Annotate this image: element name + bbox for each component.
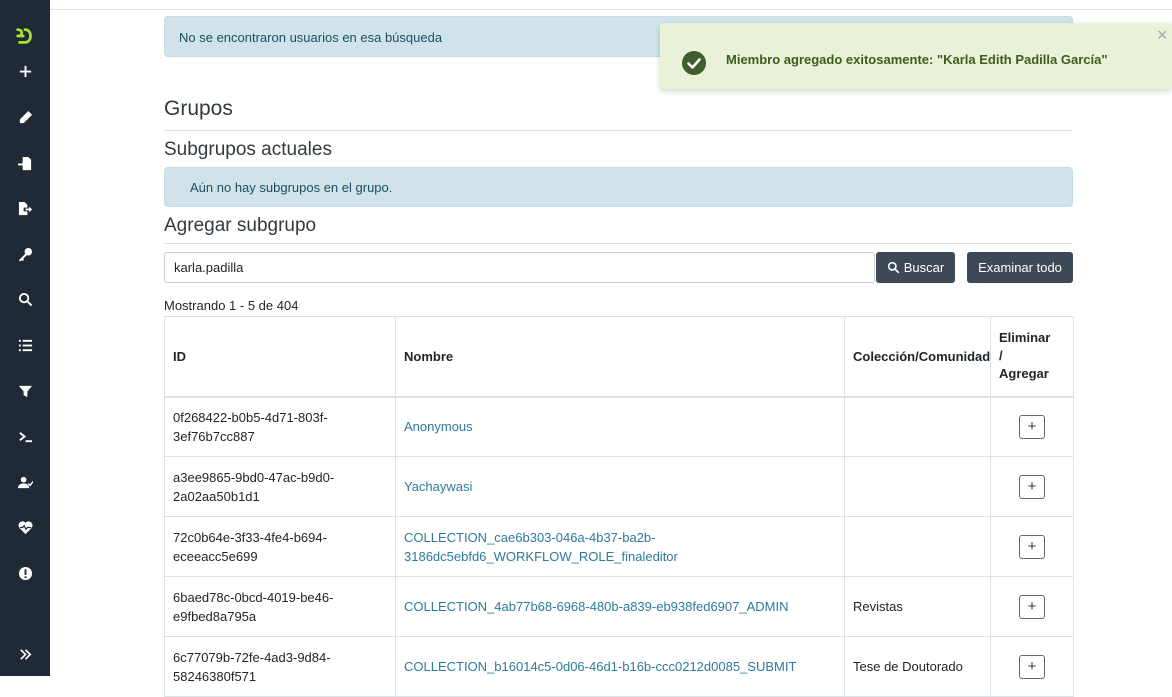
row-collection	[844, 456, 991, 517]
table-row: 6baed78c-0bcd-4019-be46-e9fbed8a795a COL…	[164, 576, 1074, 637]
table-row: 72c0b64e-3f33-4fe4-b694-eceeacc5e699 COL…	[164, 516, 1074, 577]
check-circle-icon	[682, 51, 706, 75]
row-id: 0f268422-b0b5-4d71-803f-3ef76b7cc887	[164, 396, 396, 457]
search-button-label: Buscar	[903, 260, 945, 275]
top-divider	[50, 9, 1172, 10]
terminal-icon[interactable]	[0, 418, 50, 454]
heartbeat-icon[interactable]	[0, 509, 50, 545]
subgroup-search-input[interactable]	[164, 252, 875, 283]
table-row: 6c77079b-72fe-4ad3-9d84-58246380f571 COL…	[164, 636, 1074, 697]
table-row: a3ee9865-9bd0-47ac-b9d0-2a02aa50b1d1 Yac…	[164, 456, 1074, 517]
add-subgroup-heading: Agregar subgrupo	[164, 215, 317, 236]
no-subgroups-alert: Aún no hay subgrupos en el grupo.	[164, 167, 1073, 207]
column-header-name: Nombre	[395, 316, 845, 398]
exclamation-circle-icon[interactable]	[0, 555, 50, 591]
add-subgroup-button[interactable]: +	[1019, 474, 1045, 499]
row-name-link[interactable]: Yachaywasi	[395, 456, 845, 517]
row-collection: Tese de Doutorado	[844, 636, 991, 697]
row-collection: Revistas	[844, 576, 991, 637]
toast-message: Miembro agregado exitosamente: "Karla Ed…	[726, 52, 1108, 67]
add-subgroup-divider	[164, 243, 1073, 244]
user-check-icon[interactable]	[0, 464, 50, 500]
plus-icon[interactable]	[0, 53, 50, 89]
filter-icon[interactable]	[0, 373, 50, 409]
add-subgroup-button[interactable]: +	[1019, 414, 1045, 439]
column-header-id: ID	[164, 316, 396, 398]
row-collection	[844, 396, 991, 457]
row-id: 6baed78c-0bcd-4019-be46-e9fbed8a795a	[164, 576, 396, 637]
add-subgroup-button[interactable]: +	[1019, 654, 1045, 679]
double-chevron-right-icon[interactable]	[0, 636, 50, 672]
row-name-link[interactable]: COLLECTION_4ab77b68-6968-480b-a839-eb938…	[395, 576, 845, 637]
no-subgroups-alert-text: Aún no hay subgrupos en el grupo.	[190, 179, 393, 195]
pencil-icon[interactable]	[0, 99, 50, 135]
groups-heading: Grupos	[164, 97, 233, 120]
key-icon[interactable]	[0, 236, 50, 272]
add-subgroup-button[interactable]: +	[1019, 594, 1045, 619]
table-header-row: ID Nombre Colección/Comunidad Eliminar /…	[164, 316, 1074, 398]
row-action-cell: +	[990, 636, 1074, 697]
row-collection	[844, 516, 991, 577]
add-subgroup-button[interactable]: +	[1019, 534, 1045, 559]
row-action-cell: +	[990, 396, 1074, 457]
current-subgroups-heading: Subgrupos actuales	[164, 139, 332, 160]
column-header-action: Eliminar / Agregar	[990, 316, 1074, 398]
row-action-cell: +	[990, 516, 1074, 577]
subgroup-results-table: ID Nombre Colección/Comunidad Eliminar /…	[164, 316, 1074, 697]
row-name-link[interactable]: COLLECTION_b16014c5-0d06-46d1-b16b-ccc02…	[395, 636, 845, 697]
browse-all-button[interactable]: Examinar todo	[967, 252, 1073, 283]
file-import-icon[interactable]	[0, 145, 50, 181]
search-button[interactable]: Buscar	[876, 252, 955, 283]
dspace-logo-icon[interactable]	[0, 18, 50, 54]
row-action-cell: +	[990, 456, 1074, 517]
search-icon[interactable]	[0, 281, 50, 317]
row-id: a3ee9865-9bd0-47ac-b9d0-2a02aa50b1d1	[164, 456, 396, 517]
admin-sidebar	[0, 0, 50, 676]
row-id: 72c0b64e-3f33-4fe4-b694-eceeacc5e699	[164, 516, 396, 577]
column-header-action-label: Eliminar / Agregar	[999, 330, 1051, 382]
toast-close-icon[interactable]: ×	[1157, 25, 1168, 46]
no-users-alert-text: No se encontraron usuarios en esa búsque…	[179, 30, 443, 45]
results-count: Mostrando 1 - 5 de 404	[164, 298, 299, 313]
column-header-collection: Colección/Comunidad	[844, 316, 991, 398]
success-toast: Miembro agregado exitosamente: "Karla Ed…	[660, 23, 1172, 89]
row-id: 6c77079b-72fe-4ad3-9d84-58246380f571	[164, 636, 396, 697]
browse-all-button-label: Examinar todo	[978, 260, 1062, 275]
row-name-link[interactable]: COLLECTION_cae6b303-046a-4b37-ba2b-3186d…	[395, 516, 845, 577]
row-name-link[interactable]: Anonymous	[395, 396, 845, 457]
list-icon[interactable]	[0, 327, 50, 363]
groups-divider	[164, 130, 1073, 131]
table-row: 0f268422-b0b5-4d71-803f-3ef76b7cc887 Ano…	[164, 396, 1074, 457]
row-action-cell: +	[990, 576, 1074, 637]
file-export-icon[interactable]	[0, 190, 50, 226]
search-icon	[887, 261, 900, 274]
